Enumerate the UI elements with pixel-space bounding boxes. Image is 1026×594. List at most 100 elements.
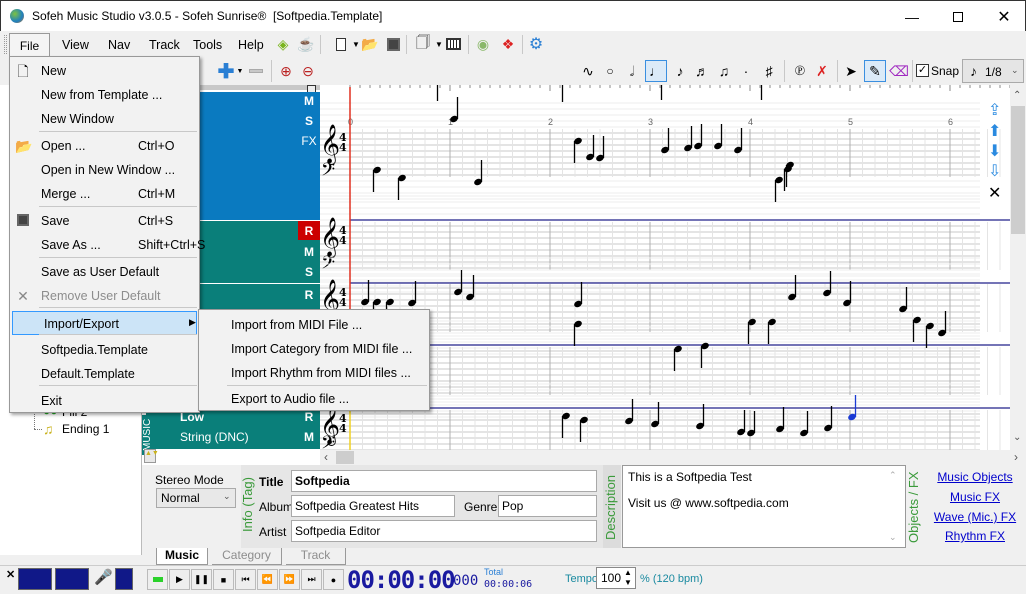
scroll-down-icon[interactable]: ⌄: [1013, 432, 1021, 443]
snap-checkbox[interactable]: ✓: [916, 64, 929, 77]
tab-category[interactable]: Category: [212, 548, 282, 565]
description-textarea[interactable]: This is a Softpedia Test Visit us @ www.…: [622, 465, 906, 548]
mute-flag[interactable]: M: [302, 430, 316, 444]
pencil-tool[interactable]: ✎: [864, 60, 886, 82]
solo-flag[interactable]: S: [302, 114, 316, 128]
remove-track-button[interactable]: [248, 61, 264, 81]
spinner-arrows-icon[interactable]: ▲ ▼: [624, 568, 632, 588]
menu-save[interactable]: Save Ctrl+S: [10, 209, 199, 233]
scroll-down-icon[interactable]: ⌄: [889, 532, 897, 543]
save-button[interactable]: [384, 35, 402, 53]
menu-export-audio[interactable]: Export to Audio file ...: [231, 392, 349, 406]
menu-open[interactable]: 📂 Open ... Ctrl+O: [10, 134, 199, 158]
thirtysecond-note-tool[interactable]: ♫: [716, 61, 732, 81]
menu-import-category-midi[interactable]: Import Category from MIDI file ...: [231, 342, 412, 356]
remove-pedal-tool[interactable]: ✗: [813, 61, 831, 81]
menu-import-export[interactable]: Import/Export ▶: [12, 311, 197, 335]
genre-field[interactable]: Pop: [498, 495, 597, 517]
menu-save-as-user-default[interactable]: Save as User Default: [10, 260, 199, 284]
cd-music-button[interactable]: ◉: [474, 35, 492, 53]
tab-music[interactable]: Music: [156, 548, 208, 565]
music-fx-link[interactable]: Music FX: [926, 490, 1024, 504]
piano-button[interactable]: [444, 35, 462, 53]
go-start-button[interactable]: ⏮: [235, 569, 256, 590]
menu-new-from-template[interactable]: New from Template ...: [10, 83, 199, 107]
microphone-icon[interactable]: 🎤: [94, 568, 113, 586]
move-bottom-icon[interactable]: ⇩: [988, 163, 1001, 180]
pause-button[interactable]: ❚❚: [191, 569, 212, 590]
fx-flag[interactable]: FX: [300, 134, 318, 148]
wave-mic-fx-link[interactable]: Wave (Mic.) FX: [926, 510, 1024, 524]
tab-track[interactable]: Track: [286, 548, 346, 565]
menu-import-midi-file[interactable]: Import from MIDI File ...: [231, 318, 362, 332]
scroll-left-icon[interactable]: ‹: [324, 450, 328, 464]
title-field[interactable]: Softpedia: [291, 470, 597, 492]
delete-track-icon[interactable]: ✕: [988, 185, 1001, 202]
eraser-tool[interactable]: ⌫: [889, 61, 909, 81]
solo-flag[interactable]: S: [302, 265, 316, 279]
android-icon[interactable]: ◈: [274, 35, 292, 53]
menu-new[interactable]: 🗋 New: [10, 59, 199, 83]
stop-button[interactable]: ■: [213, 569, 234, 590]
add-track-button[interactable]: ✚: [217, 61, 235, 83]
move-top-icon[interactable]: ⇪: [988, 102, 1001, 119]
menu-save-as[interactable]: Save As ... Shift+Ctrl+S: [10, 233, 205, 257]
record-flag[interactable]: R: [298, 221, 320, 240]
horizontal-scrollbar[interactable]: ‹ ›: [320, 450, 1026, 465]
menu-exit[interactable]: Exit: [10, 389, 199, 413]
score-export-button[interactable]: ❖: [499, 35, 517, 53]
menu-tools[interactable]: Tools: [193, 38, 222, 52]
sharp-tool[interactable]: ♯: [762, 61, 776, 81]
hscroll-thumb[interactable]: [336, 451, 354, 464]
scroll-up-icon[interactable]: ⌃: [1013, 90, 1021, 101]
snap-value-select[interactable]: ♪ 1/8 ⌄: [962, 59, 1024, 83]
tempo-spinner[interactable]: 100 ▲ ▼: [596, 567, 636, 589]
rewind-button[interactable]: ⏪: [257, 569, 278, 590]
menu-open-in-new-window[interactable]: Open in New Window ...: [10, 158, 199, 182]
menu-merge[interactable]: Merge ... Ctrl+M: [10, 182, 199, 206]
select-tool[interactable]: ➤: [843, 61, 859, 81]
coffee-icon[interactable]: ☕: [297, 35, 315, 53]
menu-remove-user-default[interactable]: ✕ Remove User Default: [10, 284, 199, 308]
close-button[interactable]: ✕: [981, 1, 1026, 32]
wave-tool[interactable]: ∿: [578, 61, 598, 81]
minimize-button[interactable]: —: [889, 1, 935, 32]
zoom-in-button[interactable]: ⊕: [277, 61, 295, 81]
move-down-icon[interactable]: ⬇: [988, 143, 1001, 160]
menu-help[interactable]: Help: [238, 38, 264, 52]
menu-default-template[interactable]: Default.Template: [10, 362, 199, 386]
mute-flag[interactable]: M: [302, 245, 316, 259]
play-button[interactable]: ▶: [169, 569, 190, 590]
artist-field[interactable]: Softpedia Editor: [291, 520, 597, 542]
vertical-scrollbar[interactable]: ⌃ ⌄: [1010, 90, 1026, 450]
pedal-tool[interactable]: ℗: [791, 61, 809, 81]
music-objects-link[interactable]: Music Objects: [926, 470, 1024, 484]
half-note-tool[interactable]: 𝅗𝅥: [624, 61, 640, 81]
scroll-right-icon[interactable]: ›: [1014, 450, 1018, 464]
menu-softpedia-template[interactable]: Softpedia.Template: [10, 338, 199, 362]
fast-forward-button[interactable]: ⏩: [279, 569, 300, 590]
open-folder-button[interactable]: 📂: [361, 35, 379, 53]
rhythm-fx-link[interactable]: Rhythm FX: [926, 529, 1024, 543]
menu-nav[interactable]: Nav: [108, 38, 130, 52]
record-button[interactable]: ●: [323, 569, 344, 590]
move-up-icon[interactable]: ⬆: [988, 123, 1001, 140]
add-track-dropdown[interactable]: ▼: [236, 61, 244, 81]
stereo-mode-select[interactable]: Normal ⌄: [156, 488, 236, 508]
settings-button[interactable]: ⚙: [527, 35, 545, 53]
whole-note-tool[interactable]: ○: [602, 61, 618, 81]
record-flag[interactable]: R: [302, 288, 316, 302]
mute-flag[interactable]: M: [302, 94, 316, 108]
sixteenth-note-tool[interactable]: ♬: [694, 61, 710, 81]
menu-new-window[interactable]: New Window: [10, 107, 199, 131]
splitter-arrows-icon[interactable]: ▲▼: [144, 449, 159, 463]
dot-tool[interactable]: ·: [740, 61, 752, 81]
close-panel-icon[interactable]: ✕: [6, 568, 15, 581]
scroll-thumb[interactable]: [1011, 106, 1025, 234]
zoom-out-button[interactable]: ⊖: [299, 61, 317, 81]
tree-item-ending-1[interactable]: Ending 1: [62, 422, 109, 436]
track-header-5[interactable]: Low String (DNC) R M: [146, 410, 320, 449]
maximize-button[interactable]: [935, 1, 981, 32]
led-button[interactable]: [147, 569, 168, 590]
go-end-button[interactable]: ⏭: [301, 569, 322, 590]
